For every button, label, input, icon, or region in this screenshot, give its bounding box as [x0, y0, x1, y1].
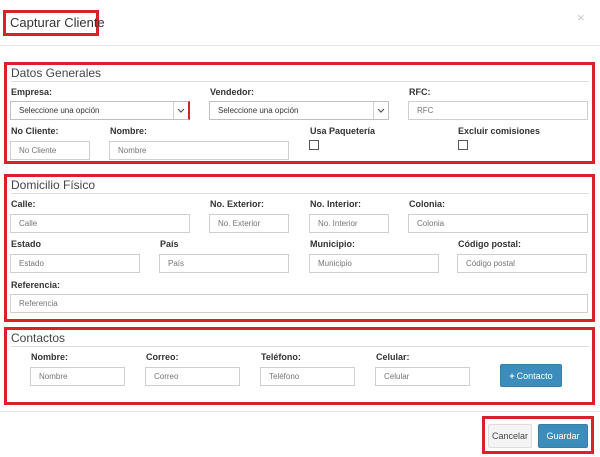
vendedor-label: Vendedor:: [210, 87, 255, 97]
referencia-input[interactable]: [10, 294, 588, 313]
add-contact-button[interactable]: + Contacto: [500, 364, 562, 387]
pais-input[interactable]: [159, 254, 289, 273]
empresa-select-value: Seleccione una opción: [19, 106, 100, 115]
referencia-label: Referencia:: [11, 280, 61, 290]
calle-label: Calle:: [11, 199, 36, 209]
estado-label: Estado: [11, 239, 42, 249]
vendedor-select-value: Seleccione una opción: [218, 106, 299, 115]
usa-paqueteria-checkbox[interactable]: [309, 140, 319, 150]
nombre-input[interactable]: [109, 141, 289, 160]
excluir-comisiones-label: Excluir comisiones: [458, 126, 541, 136]
contactos-divider: [11, 346, 589, 347]
municipio-label: Municipio:: [310, 239, 355, 249]
header-divider: [0, 45, 600, 46]
contacto-celular-input[interactable]: [375, 367, 470, 386]
no-cliente-input[interactable]: [10, 141, 90, 160]
datos-generales-divider: [11, 81, 589, 82]
add-contact-label: Contacto: [516, 370, 553, 381]
municipio-input[interactable]: [309, 254, 439, 273]
nombre-label: Nombre:: [110, 126, 148, 136]
domicilio-divider: [11, 193, 589, 194]
modal-title: Capturar Cliente: [10, 15, 105, 30]
no-interior-input[interactable]: [309, 214, 389, 233]
no-cliente-label: No Cliente:: [11, 126, 59, 136]
contacto-telefono-input[interactable]: [260, 367, 355, 386]
contacto-nombre-input[interactable]: [30, 367, 125, 386]
empresa-label: Empresa:: [11, 87, 53, 97]
empresa-select[interactable]: Seleccione una opción: [10, 101, 190, 120]
footer-divider: [0, 411, 600, 412]
colonia-label: Colonia:: [409, 199, 445, 209]
codigo-postal-label: Código postal:: [458, 239, 521, 249]
usa-paqueteria-label: Usa Paquetería: [310, 126, 376, 136]
contacto-celular-label: Celular:: [376, 352, 410, 362]
contacto-correo-label: Correo:: [146, 352, 179, 362]
no-interior-label: No. Interior:: [310, 199, 361, 209]
datos-generales-legend: Datos Generales: [11, 66, 102, 80]
domicilio-legend: Domicilio Físico: [11, 178, 96, 192]
colonia-input[interactable]: [408, 214, 588, 233]
contacto-nombre-label: Nombre:: [31, 352, 69, 362]
calle-input[interactable]: [10, 214, 190, 233]
rfc-label: RFC:: [409, 87, 431, 97]
contacto-telefono-label: Teléfono:: [261, 352, 301, 362]
plus-icon: +: [509, 370, 515, 381]
contacto-correo-input[interactable]: [145, 367, 240, 386]
chevron-down-icon: [173, 102, 188, 119]
contactos-legend: Contactos: [11, 331, 66, 345]
close-icon[interactable]: ×: [577, 10, 585, 25]
pais-label: País: [160, 239, 179, 249]
excluir-comisiones-checkbox[interactable]: [458, 140, 468, 150]
no-exterior-label: No. Exterior:: [210, 199, 265, 209]
estado-input[interactable]: [10, 254, 140, 273]
no-exterior-input[interactable]: [209, 214, 289, 233]
codigo-postal-input[interactable]: [457, 254, 587, 273]
vendedor-select[interactable]: Seleccione una opción: [209, 101, 389, 120]
cancel-button[interactable]: Cancelar: [488, 424, 532, 448]
save-button[interactable]: Guardar: [538, 424, 588, 448]
rfc-input[interactable]: [408, 101, 588, 120]
chevron-down-icon: [373, 102, 388, 119]
